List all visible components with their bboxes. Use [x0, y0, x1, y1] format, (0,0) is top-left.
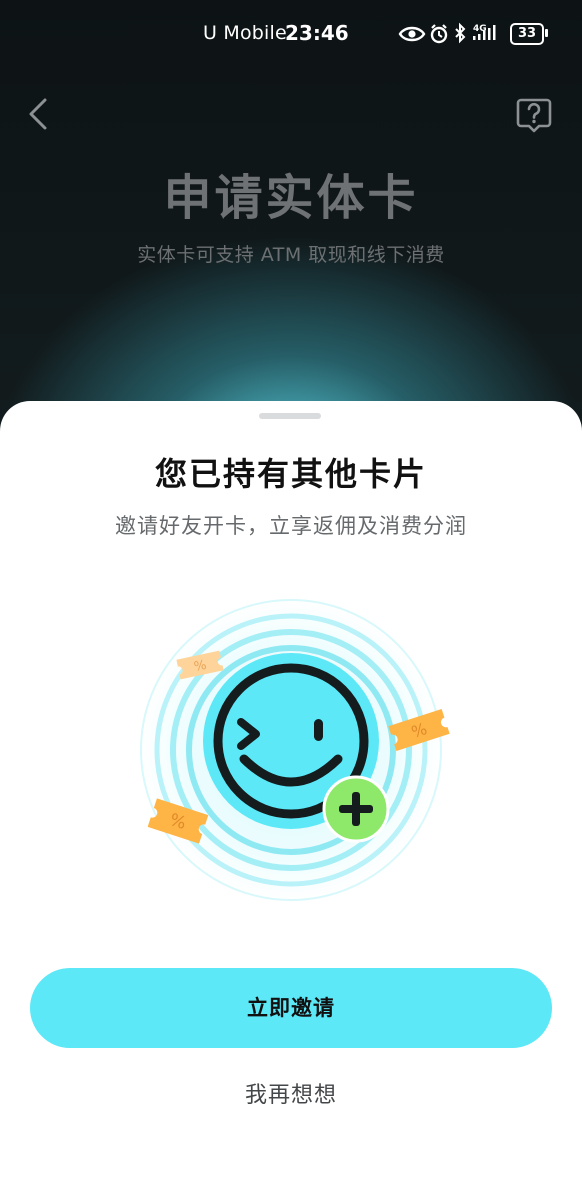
- signal-icon: 4G: [473, 24, 496, 40]
- status-icons: 4G 33: [398, 20, 568, 48]
- help-button[interactable]: [512, 94, 556, 138]
- status-bar: U Mobile 23:46 4G 33: [0, 0, 582, 68]
- sheet-grabber[interactable]: [259, 413, 321, 419]
- invite-illustration: % % %: [130, 591, 460, 911]
- help-bubble-icon: [516, 98, 552, 133]
- bluetooth-icon: [455, 22, 466, 44]
- bottom-sheet: 您已持有其他卡片 邀请好友开卡，立享返佣及消费分润 % % % 立即邀请 我再想…: [0, 401, 582, 1200]
- carrier-label: U Mobile: [203, 22, 287, 44]
- battery-tip: [545, 29, 548, 37]
- invite-now-button[interactable]: 立即邀请: [30, 968, 552, 1048]
- battery-icon: 33: [510, 23, 544, 45]
- page-subtitle: 实体卡可支持 ATM 取现和线下消费: [137, 244, 445, 266]
- alarm-icon: [430, 24, 448, 44]
- eye-icon: [398, 26, 426, 42]
- add-plus-icon: [322, 775, 390, 843]
- clock: 23:46: [285, 21, 349, 45]
- invite-illustration-graphic: % % %: [139, 598, 450, 902]
- sheet-subtitle: 邀请好友开卡，立享返佣及消费分润: [115, 514, 467, 538]
- page-title: 申请实体卡: [163, 170, 419, 226]
- back-button[interactable]: [18, 92, 58, 136]
- chevron-left-icon: [29, 98, 47, 130]
- think-again-button[interactable]: 我再想想: [191, 1076, 391, 1116]
- status-icon-group: 4G: [398, 22, 496, 44]
- sheet-title: 您已持有其他卡片: [154, 455, 427, 493]
